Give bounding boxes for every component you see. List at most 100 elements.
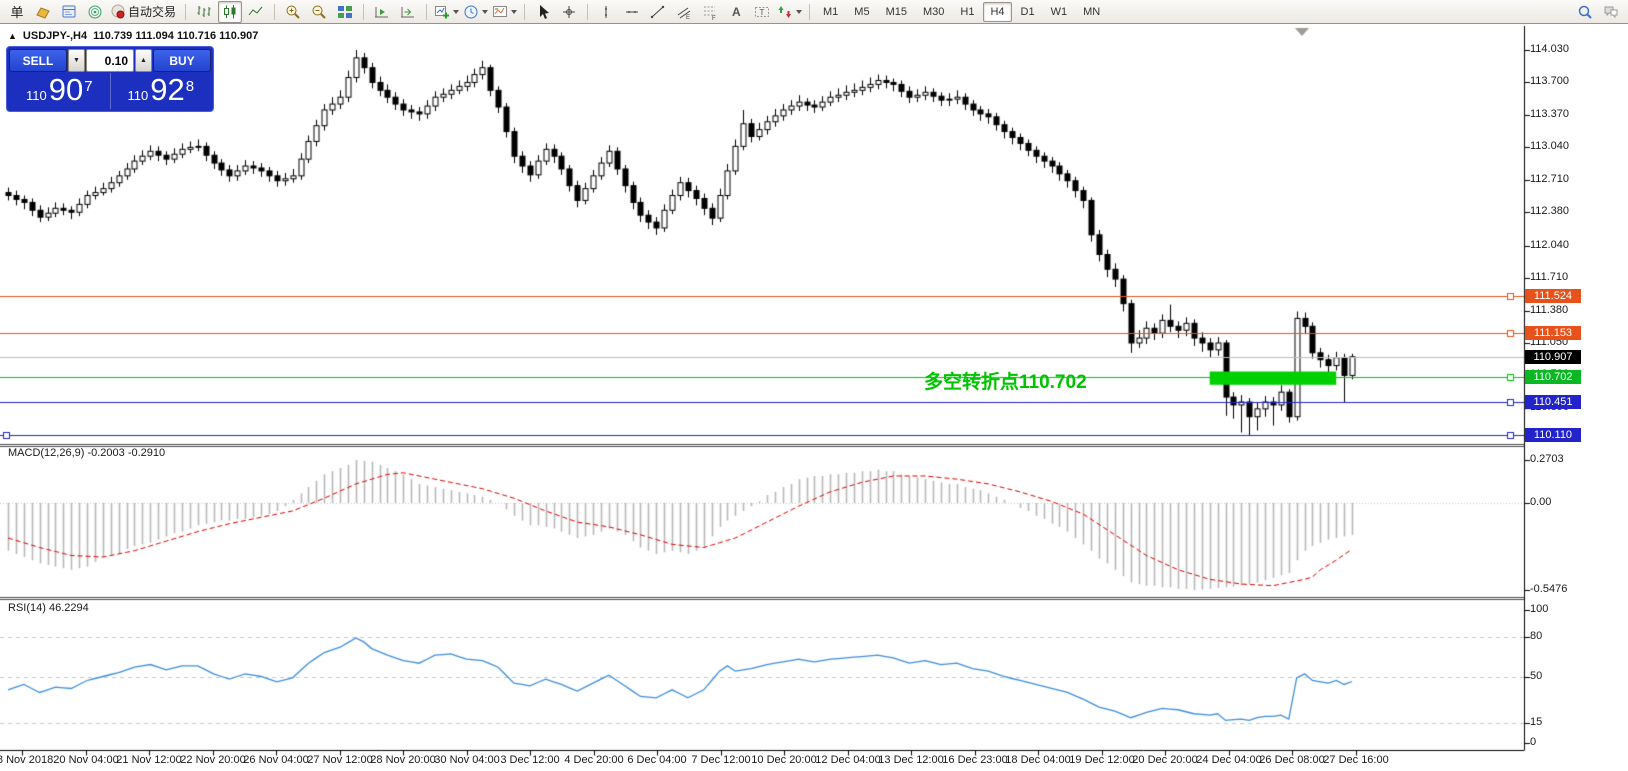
price-badge-110.907: 110.907 — [1525, 350, 1581, 365]
time-tick-label: 6 Dec 04:00 — [627, 754, 687, 766]
svg-text:T: T — [760, 8, 765, 17]
buy-price[interactable]: 110 92 8 — [111, 73, 212, 109]
price-tick-label: 113.370 — [1530, 107, 1569, 120]
time-tick-label: 3 Dec 12:00 — [500, 754, 560, 766]
buy-price-point: 8 — [185, 78, 195, 95]
equidistant-channel-button[interactable]: E — [672, 1, 696, 23]
time-tick-label: 18 Dec 04:00 — [1005, 754, 1071, 766]
sell-button[interactable]: SELL — [9, 49, 67, 72]
chart-symbol-period: USDJPY-,H4 — [22, 30, 88, 42]
time-tick-label: 16 Dec 23:00 — [942, 754, 1008, 766]
turning-point-annotation[interactable]: 多空转折点110.702 — [924, 367, 1087, 394]
volume-up-button[interactable]: ▲ — [135, 49, 152, 72]
buy-button[interactable]: BUY — [153, 49, 211, 72]
timeframe-mn-button[interactable]: MN — [1076, 2, 1107, 22]
timeframe-d1-button[interactable]: D1 — [1014, 2, 1042, 22]
chart-title: ▲ USDJPY-,H4 110.739 111.094 110.716 110… — [8, 30, 258, 42]
timeframe-m15-button[interactable]: M15 — [879, 2, 914, 22]
time-tick-label: 26 Dec 08:00 — [1259, 754, 1325, 766]
time-tick-label: 28 Nov 20:00 — [370, 754, 436, 766]
toolbar-right-group — [1572, 1, 1624, 23]
fibonacci-button[interactable]: F — [698, 1, 722, 23]
auto-trading-button[interactable]: 自动交易 — [109, 1, 179, 23]
timeframe-h1-button[interactable]: H1 — [953, 2, 981, 22]
time-tick-label: 20 Nov 04:00 — [53, 754, 119, 766]
line-chart-button[interactable] — [244, 1, 268, 23]
time-tick-label: 12 Dec 04:00 — [815, 754, 881, 766]
rsi-tick-label: 50 — [1530, 669, 1543, 682]
horizontal-line-button[interactable] — [620, 1, 644, 23]
toolbar: 单 自动交易 E F A T M1 M5 M15 M30 H1 H4 D1 W1 MN — [0, 0, 1628, 24]
time-tick-label: 10 Dec 20:00 — [751, 754, 817, 766]
volume-down-button[interactable]: ▼ — [68, 49, 85, 72]
svg-text:E: E — [686, 15, 690, 20]
time-tick-label: 7 Dec 12:00 — [691, 754, 751, 766]
time-tick-label: 22 Nov 20:00 — [180, 754, 246, 766]
toolbar-separator — [274, 3, 276, 20]
time-tick-label: 27 Dec 16:00 — [1323, 754, 1389, 766]
time-tick-label: 24 Dec 04:00 — [1196, 754, 1262, 766]
new-chart-button[interactable] — [433, 1, 460, 23]
time-tick-label: 30 Nov 04:00 — [434, 754, 500, 766]
price-tick-label: 111.710 — [1530, 271, 1569, 284]
timeframe-h4-button[interactable]: H4 — [983, 1, 1012, 22]
time-tick-label: 26 Nov 04:00 — [243, 754, 309, 766]
time-tick-label: 19 Dec 12:00 — [1069, 754, 1135, 766]
candlestick-chart-button[interactable] — [218, 0, 243, 23]
time-tick-label: 13 Dec 12:00 — [878, 754, 944, 766]
rsi-tick-label: 15 — [1530, 716, 1543, 729]
svg-text:F: F — [712, 16, 716, 20]
buy-price-pips: 92 — [150, 72, 185, 107]
trendline-button[interactable] — [646, 1, 670, 23]
time-tick-label: 21 Nov 12:00 — [116, 754, 182, 766]
auto-scroll-button[interactable] — [370, 1, 394, 23]
profile-icon[interactable] — [57, 1, 81, 23]
chat-icon[interactable] — [1599, 1, 1623, 23]
cursor-button[interactable] — [531, 1, 555, 23]
timeframe-w1-button[interactable]: W1 — [1044, 2, 1075, 22]
buy-price-base: 110 — [127, 88, 149, 103]
search-icon[interactable] — [1573, 1, 1597, 23]
time-tick-label: 20 Dec 20:00 — [1132, 754, 1198, 766]
price-tick-label: 113.700 — [1530, 75, 1569, 88]
sell-price-point: 7 — [84, 78, 93, 95]
vertical-line-button[interactable] — [594, 1, 618, 23]
bar-chart-button[interactable] — [192, 1, 216, 23]
dropdown-caret-icon[interactable] — [482, 9, 489, 14]
price-tick-label: 113.040 — [1530, 140, 1569, 153]
text-button[interactable]: A — [724, 1, 748, 23]
price-badge-110.702: 110.702 — [1525, 370, 1581, 385]
dropdown-caret-icon[interactable] — [796, 9, 803, 14]
toolbar-separator — [426, 3, 428, 20]
chart-shift-button[interactable] — [396, 1, 420, 23]
new-order-icon[interactable] — [31, 1, 55, 23]
mt4-window: 单 自动交易 E F A T M1 M5 M15 M30 H1 H4 D1 W1 MN ▲ USDJPY-,… — [0, 0, 1628, 771]
price-badge-111.524: 111.524 — [1525, 289, 1581, 304]
price-tick-label: 112.040 — [1530, 238, 1569, 251]
toolbar-separator — [587, 3, 589, 20]
toolbar-separator — [185, 3, 187, 20]
dropdown-caret-icon[interactable] — [511, 9, 518, 14]
price-chart-canvas[interactable] — [0, 0, 1628, 771]
arrows-button[interactable] — [776, 1, 803, 23]
text-label-button[interactable]: T — [750, 1, 774, 23]
panel-collapse-icon[interactable]: ▲ — [8, 31, 17, 41]
market-watch-icon[interactable] — [83, 1, 107, 23]
rsi-tick-label: 100 — [1530, 603, 1549, 615]
zoom-in-button[interactable] — [281, 1, 305, 23]
macd-indicator-label: MACD(12,26,9) -0.2003 -0.2910 — [8, 447, 166, 459]
timeframe-m5-button[interactable]: M5 — [847, 2, 876, 22]
dropdown-caret-icon[interactable] — [453, 9, 460, 14]
templates-button[interactable] — [491, 1, 518, 23]
volume-input[interactable]: 0.10 — [86, 49, 134, 72]
new-order-partial-label[interactable]: 单 — [5, 1, 29, 23]
periods-button[interactable] — [462, 1, 489, 23]
svg-text:A: A — [732, 5, 741, 19]
zoom-out-button[interactable] — [307, 1, 331, 23]
tile-windows-button[interactable] — [333, 1, 357, 23]
price-badge-110.451: 110.451 — [1525, 394, 1581, 409]
timeframe-m1-button[interactable]: M1 — [816, 2, 845, 22]
sell-price[interactable]: 110 90 7 — [9, 73, 111, 109]
timeframe-m30-button[interactable]: M30 — [916, 2, 951, 22]
crosshair-button[interactable] — [557, 1, 581, 23]
